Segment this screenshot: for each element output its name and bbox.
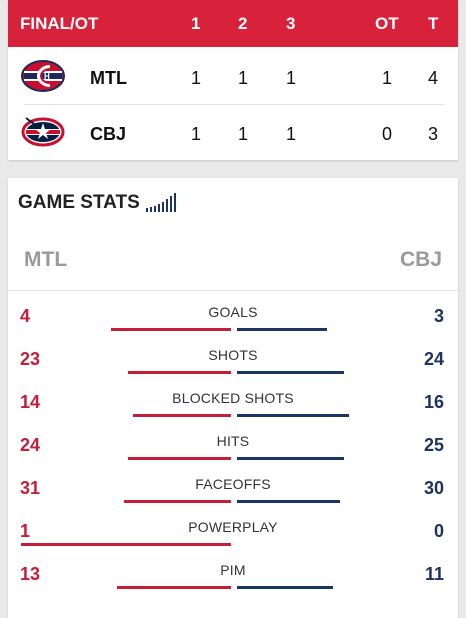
stat-label: FACEOFFS — [195, 476, 271, 492]
right-team-bar — [237, 586, 333, 589]
game-stats-card: GAME STATS MTL CBJ 4 GOALS 3 23 SHOTS 24 14 BLO… — [8, 178, 458, 618]
stat-right-value: 24 — [423, 349, 444, 369]
left-team-bar — [21, 543, 231, 546]
stat-right-value: 25 — [423, 435, 444, 455]
signal-bars-icon — [146, 193, 176, 212]
period-1-header: 1 — [191, 14, 201, 33]
game-status: FINAL/OT — [20, 14, 99, 33]
stat-right-value: 16 — [423, 392, 444, 412]
left-team-bar — [124, 500, 231, 503]
left-team-heading: MTL — [24, 248, 68, 271]
blue-jackets-logo-icon — [21, 117, 65, 147]
stat-right-value: 11 — [424, 564, 444, 584]
period-3-score: 1 — [286, 124, 297, 144]
stats-divider — [8, 290, 458, 291]
habs-logo-icon: H — [21, 60, 65, 92]
period-2-score: 1 — [238, 124, 249, 144]
team-abbr: CBJ — [90, 124, 127, 144]
left-team-bar — [111, 328, 231, 331]
period-1-score: 1 — [191, 68, 202, 88]
stat-row: 4 GOALS 3 — [8, 304, 458, 349]
right-team-heading: CBJ — [399, 248, 442, 271]
ot-header: OT — [375, 14, 399, 33]
total-header: T — [428, 14, 439, 33]
left-team-bar — [128, 371, 231, 374]
stat-row: 14 BLOCKED SHOTS 16 — [8, 390, 458, 435]
right-team-bar — [237, 371, 344, 374]
row-divider — [24, 104, 444, 105]
stat-row: 1 POWERPLAY 0 — [8, 519, 458, 564]
stat-label: GOALS — [208, 304, 258, 320]
stat-row: 13 PIM 11 — [8, 562, 458, 607]
left-team-bar — [133, 414, 231, 417]
team-score-row[interactable]: CBJ 1 1 1 0 3 — [8, 108, 458, 158]
team-abbr: MTL — [90, 68, 127, 88]
stat-right-value: 3 — [433, 306, 444, 326]
left-team-bar — [117, 586, 231, 589]
ot-score: 0 — [382, 124, 393, 144]
stat-row: 24 HITS 25 — [8, 433, 458, 478]
team-score-row[interactable]: H MTL 1 1 1 1 4 — [8, 52, 458, 102]
period-2-header: 2 — [238, 14, 248, 33]
svg-text:H: H — [44, 72, 50, 81]
scoreboard-header: FINAL/OT 1 2 3 OT T — [8, 0, 458, 47]
right-team-bar — [237, 414, 349, 417]
game-stats-title: GAME STATS — [18, 192, 140, 213]
period-2-score: 1 — [238, 68, 249, 88]
ot-score: 1 — [382, 68, 393, 88]
right-team-bar — [237, 328, 327, 331]
stat-label: HITS — [216, 433, 250, 449]
stat-row: 31 FACEOFFS 30 — [8, 476, 458, 521]
period-1-score: 1 — [191, 124, 202, 144]
period-3-header: 3 — [286, 14, 296, 33]
stat-right-value: 30 — [423, 478, 444, 498]
stat-label: BLOCKED SHOTS — [172, 390, 294, 406]
right-team-bar — [237, 500, 340, 503]
stat-label: POWERPLAY — [188, 519, 278, 535]
stat-label: SHOTS — [208, 347, 258, 363]
period-3-score: 1 — [286, 68, 297, 88]
stat-label: PIM — [220, 562, 246, 578]
total-score: 4 — [428, 68, 439, 88]
stat-row: 23 SHOTS 24 — [8, 347, 458, 392]
scoreboard-card: FINAL/OT 1 2 3 OT T H MTL 1 1 1 1 4 CBJ … — [8, 0, 458, 160]
left-team-bar — [128, 457, 231, 460]
right-team-bar — [237, 457, 344, 460]
total-score: 3 — [428, 124, 439, 144]
stat-right-value: 0 — [433, 521, 444, 541]
